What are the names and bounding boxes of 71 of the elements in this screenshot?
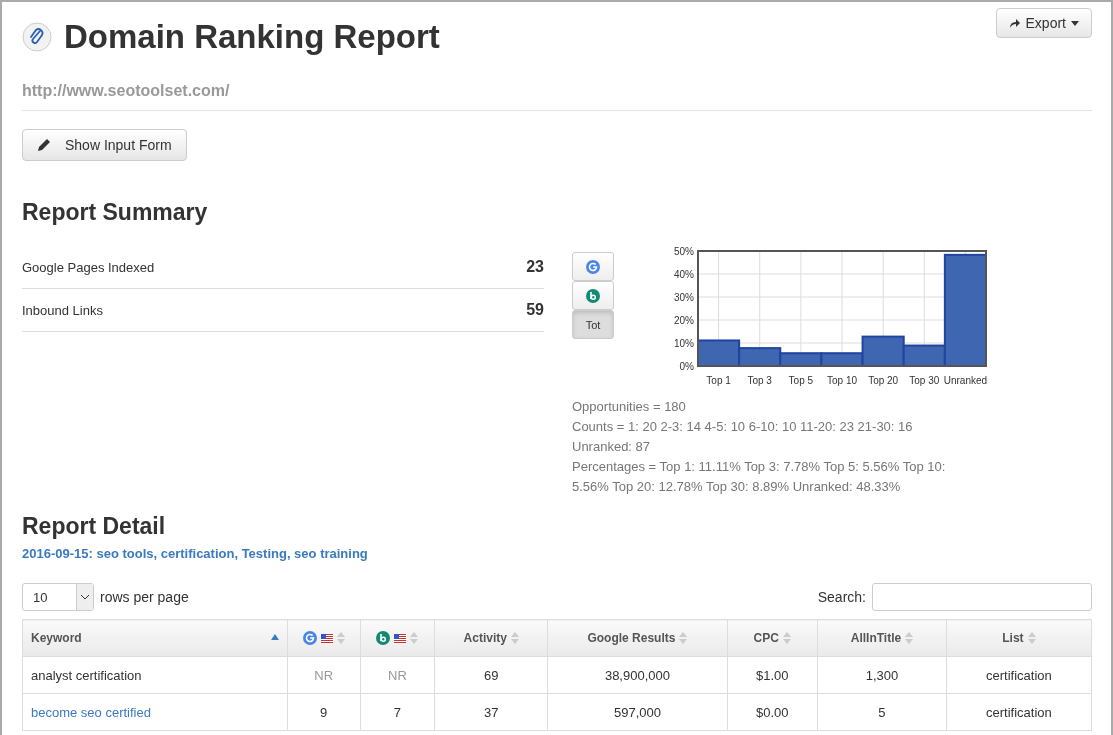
table-cell: 69 xyxy=(434,656,548,694)
axis-label: Unranked xyxy=(943,375,988,386)
show-input-form-button[interactable]: Show Input Form xyxy=(22,129,187,161)
table-cell: $1.00 xyxy=(727,656,818,694)
chevron-down-icon xyxy=(81,594,89,600)
page-size-select[interactable]: 10 xyxy=(22,583,94,611)
rows-per-page-label: rows per page xyxy=(100,589,189,605)
axis-label: Top 20 xyxy=(868,375,899,386)
stat-text: Opportunities = 180 xyxy=(572,398,687,416)
export-button[interactable]: Export xyxy=(995,8,1092,38)
pencil-icon xyxy=(37,138,51,152)
axis-label: Top 1 xyxy=(706,375,731,386)
keyword-link[interactable]: become seo certified xyxy=(22,693,288,731)
table-cell: 38,900,000 xyxy=(547,656,727,694)
table-cell: 5 xyxy=(817,693,947,731)
axis-label: Top 3 xyxy=(747,375,772,386)
column-header[interactable]: Keyword xyxy=(22,619,288,657)
us-flag-icon xyxy=(394,633,407,643)
caret-icon xyxy=(1071,20,1079,26)
column-header[interactable]: List xyxy=(946,619,1092,657)
table-cell: $0.00 xyxy=(727,693,818,731)
table-cell: certification xyxy=(946,656,1092,694)
metric-label: Inbound Links xyxy=(22,302,103,318)
axis-label: 0% xyxy=(679,361,694,372)
page-title: Domain Ranking Report xyxy=(64,18,440,56)
table-cell: NR xyxy=(360,656,435,694)
column-header[interactable]: CPC xyxy=(727,619,818,657)
column-header[interactable]: Activity xyxy=(434,619,548,657)
axis-label: 20% xyxy=(674,315,694,326)
metric-label: Google Pages Indexed xyxy=(22,259,155,275)
g-logo-icon xyxy=(586,259,600,274)
axis-label: 30% xyxy=(674,292,694,303)
report-subtitle: 2016-09-15: seo tools, certification, Testing, seo training xyxy=(22,546,369,561)
column-header[interactable]: Google Results xyxy=(547,619,727,657)
section-title: Report Detail xyxy=(22,513,167,540)
paperclip-icon xyxy=(22,22,52,52)
metric-value: 59 xyxy=(526,301,544,319)
g-logo-icon xyxy=(302,631,317,645)
axis-label: Top 5 xyxy=(788,375,814,386)
stat-text: Percentages = Top 1: 11.11% Top 3: 7.78% Top 5: 5.56% Top 10: 5.56% Top 20: 12.78% Top 30: 8.89% Unranked: 48.33% xyxy=(572,458,947,496)
chart-bar xyxy=(697,339,741,367)
stat-text: Counts = 1: 20 2-3: 14 4-5: 10 6-10: 10 11-20: 23 21-30: 16 Unranked: 87 xyxy=(572,418,914,456)
b-logo-icon xyxy=(586,288,600,303)
table-cell: 597,000 xyxy=(547,693,727,731)
axis-label: 50% xyxy=(674,246,694,257)
table-cell: analyst certification xyxy=(22,656,288,694)
table-cell: 9 xyxy=(287,693,361,731)
search-field[interactable] xyxy=(872,583,1092,611)
share-arrow-icon xyxy=(1008,17,1021,29)
section-title: Report Summary xyxy=(22,199,209,226)
column-header[interactable]: AllInTitle xyxy=(817,619,947,657)
axis-label: 40% xyxy=(674,269,694,280)
column-header[interactable] xyxy=(360,619,435,657)
axis-label: Top 30 xyxy=(909,375,940,386)
table-cell: 7 xyxy=(360,693,435,731)
table-cell: NR xyxy=(287,656,361,694)
axis-label: Top 10 xyxy=(827,375,857,386)
table-cell: certification xyxy=(946,693,1092,731)
us-flag-icon xyxy=(320,633,333,643)
engine-tab[interactable]: Tot xyxy=(572,310,614,339)
search-label: Search: xyxy=(817,589,866,605)
site-url: http://www.seotoolset.com/ xyxy=(22,82,1092,111)
metric-value: 23 xyxy=(526,258,544,276)
column-header[interactable] xyxy=(287,619,361,657)
table-cell: 1,300 xyxy=(817,656,947,694)
engine-tab[interactable] xyxy=(572,281,614,310)
table-cell: 37 xyxy=(434,693,548,731)
b-logo-icon xyxy=(376,631,391,645)
engine-tab[interactable] xyxy=(572,252,614,281)
chart-bar xyxy=(738,347,782,367)
axis-label: 10% xyxy=(674,338,694,349)
